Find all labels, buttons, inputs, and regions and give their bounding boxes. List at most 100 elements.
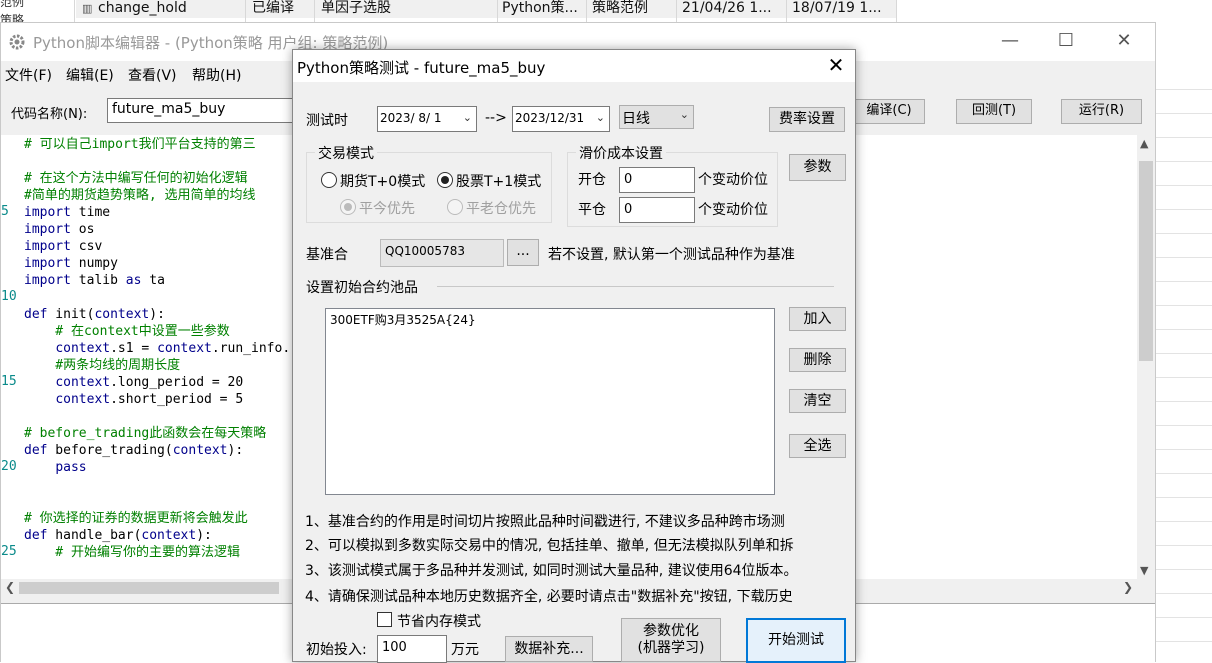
vertical-scroll-thumb[interactable] <box>1139 161 1153 361</box>
menu-help[interactable]: 帮助(H) <box>192 65 241 85</box>
end-date-value: 2023/12/31 <box>515 111 585 125</box>
code-line[interactable]: #简单的期货趋势策略, 选用简单的均线 <box>24 187 255 204</box>
close-old-label: 平老仓优先 <box>466 201 536 217</box>
line-number: 5 <box>1 204 9 219</box>
code-line[interactable]: import talib as ta <box>24 272 165 289</box>
code-line[interactable]: context.s1 = context.run_info. <box>24 340 290 357</box>
start-test-button[interactable]: 开始测试 <box>746 618 846 663</box>
scroll-right-icon[interactable]: ❯ <box>1123 580 1133 594</box>
bg-cell-created[interactable]: 21/04/26 1... <box>682 0 772 18</box>
dialog-title: Python策略测试 - future_ma5_buy <box>297 59 546 77</box>
code-line[interactable]: def before_trading(context): <box>24 442 243 459</box>
param-optimize-line1: 参数优化 <box>643 623 699 639</box>
add-button[interactable]: 加入 <box>789 307 846 331</box>
bg-cell-group[interactable]: 策略范例 <box>592 0 648 18</box>
bg-cell-category[interactable]: 单因子选股 <box>321 0 391 18</box>
code-line[interactable]: def handle_bar(context): <box>24 527 212 544</box>
param-optimize-line2: (机器学习) <box>637 640 705 656</box>
contract-pool-list[interactable]: 300ETF购3月3525A{24} <box>325 308 775 495</box>
fee-settings-button[interactable]: 费率设置 <box>769 107 845 132</box>
slippage-group: 滑价成本设置 开仓 0 个变动价位 平仓 0 个变动价位 <box>567 143 778 227</box>
code-line[interactable]: context.short_period = 5 <box>24 391 243 408</box>
close-today-label: 平今优先 <box>359 201 415 217</box>
bg-cell-name[interactable]: change_hold <box>98 0 187 18</box>
close-today-radio <box>340 199 356 215</box>
initial-investment-input[interactable]: 100 <box>377 635 447 663</box>
start-date-picker[interactable]: 2023/ 8/ 1 ⌄ <box>377 106 477 132</box>
line-number: 20 <box>1 459 17 474</box>
code-line[interactable]: import time <box>24 204 110 221</box>
code-line[interactable]: #两条均线的周期长度 <box>24 357 180 374</box>
save-memory-checkbox[interactable] <box>377 612 392 627</box>
compile-button[interactable]: 编译(C) <box>853 99 925 124</box>
bg-cell-language[interactable]: Python策... <box>502 0 578 18</box>
code-line[interactable]: # 开始编写你的主要的算法逻辑 <box>24 544 240 561</box>
stocks-mode-radio[interactable] <box>437 172 453 188</box>
maximize-icon[interactable]: ☐ <box>1043 29 1089 55</box>
code-line[interactable]: # 在context中设置一些参数 <box>24 323 229 340</box>
code-line[interactable]: # before_trading此函数会在每天策略 <box>24 425 266 442</box>
code-line[interactable]: import os <box>24 221 94 238</box>
code-line[interactable]: def init(context): <box>24 306 165 323</box>
period-value: 日线 <box>622 111 650 127</box>
open-slippage-input[interactable]: 0 <box>619 167 695 193</box>
line-number: 10 <box>1 289 17 304</box>
browse-button[interactable]: ... <box>507 239 539 266</box>
save-memory-label[interactable]: 节省内存模式 <box>397 611 481 631</box>
chevron-down-icon: ⌄ <box>679 108 689 121</box>
scroll-down-icon[interactable]: ▼ <box>1140 564 1148 577</box>
line-number-gutter: 5 10 15 20 25 <box>1 135 23 579</box>
close-icon[interactable]: ✕ <box>1101 29 1147 55</box>
note-3: 3、该测试模式属于多品种并发测试, 如同时测试大量品种, 建议使用64位版本。 <box>305 563 798 579</box>
futures-mode-label[interactable]: 期货T+0模式 <box>340 171 425 191</box>
menu-edit[interactable]: 编辑(E) <box>66 65 114 85</box>
code-line[interactable]: pass <box>24 459 86 476</box>
code-line[interactable]: # 可以自己import我们平台支持的第三 <box>24 136 256 153</box>
scroll-left-icon[interactable]: ❮ <box>5 580 15 594</box>
trade-mode-title: 交易模式 <box>315 143 377 163</box>
params-button[interactable]: 参数 <box>789 154 846 181</box>
close-slippage-input[interactable]: 0 <box>619 197 695 223</box>
menu-view[interactable]: 查看(V) <box>128 65 177 85</box>
code-line[interactable]: import csv <box>24 238 102 255</box>
menu-file[interactable]: 文件(F) <box>5 65 52 85</box>
backtest-button[interactable]: 回测(T) <box>956 99 1032 124</box>
delete-button[interactable]: 删除 <box>789 348 846 372</box>
divider <box>314 0 315 22</box>
bg-left-fragment: 范例 <box>0 0 25 9</box>
param-optimize-button[interactable]: 参数优化 (机器学习) <box>621 618 721 662</box>
slippage-title: 滑价成本设置 <box>576 143 666 163</box>
code-line[interactable]: # 你选择的证券的数据更新将会触发此 <box>24 510 248 527</box>
close-old-radio <box>447 199 463 215</box>
line-number: 25 <box>1 544 17 559</box>
open-unit-label: 个变动价位 <box>698 172 768 188</box>
horizontal-scroll-thumb[interactable] <box>19 582 279 594</box>
code-line[interactable]: import numpy <box>24 255 118 272</box>
benchmark-input[interactable]: QQ10005783 <box>380 239 504 267</box>
code-name-input[interactable]: future_ma5_buy <box>107 98 297 123</box>
code-line[interactable]: # 在这个方法中编写任何的初始化逻辑 <box>24 170 248 187</box>
period-select[interactable]: 日线 ⌄ <box>619 105 694 129</box>
close-icon[interactable]: ✕ <box>821 52 851 80</box>
stocks-mode-label[interactable]: 股票T+1模式 <box>456 171 541 191</box>
script-icon: ▥ <box>82 2 93 15</box>
run-button[interactable]: 运行(R) <box>1061 99 1142 124</box>
clear-button[interactable]: 清空 <box>789 389 846 413</box>
start-date-value: 2023/ 8/ 1 <box>380 111 442 125</box>
data-fill-button[interactable]: 数据补充... <box>505 636 593 662</box>
select-all-button[interactable]: 全选 <box>789 434 846 458</box>
list-item[interactable]: 300ETF购3月3525A{24} <box>330 311 476 328</box>
benchmark-hint: 若不设置, 默认第一个测试品种作为基准 <box>548 247 795 263</box>
futures-mode-radio[interactable] <box>321 172 337 188</box>
gear-icon <box>9 34 25 50</box>
note-2: 2、可以模拟到多数实际交易中的情况, 包括挂单、撤单, 但无法模拟队列单和拆 <box>305 538 794 554</box>
minimize-icon[interactable]: — <box>987 29 1033 55</box>
divider <box>74 0 75 22</box>
code-line[interactable]: context.long_period = 20 <box>24 374 243 391</box>
dialog-titlebar[interactable]: Python策略测试 - future_ma5_buy ✕ <box>293 50 855 82</box>
pool-label: 设置初始合约池品 <box>306 280 418 296</box>
end-date-picker[interactable]: 2023/12/31 ⌄ <box>512 106 610 132</box>
bg-cell-status[interactable]: 已编译 <box>252 0 294 18</box>
bg-cell-modified[interactable]: 18/07/19 1... <box>792 0 882 18</box>
scroll-up-icon[interactable]: ▲ <box>1140 137 1148 150</box>
